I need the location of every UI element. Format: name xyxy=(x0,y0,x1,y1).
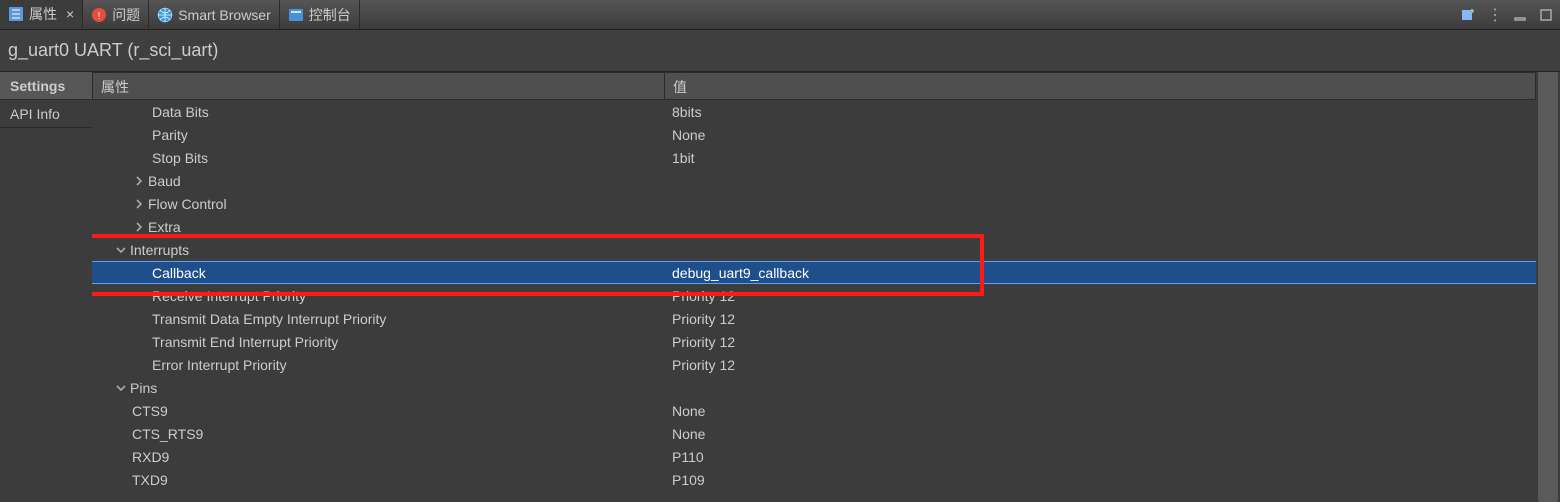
prop-label: Callback xyxy=(152,265,206,281)
prop-value: Priority 12 xyxy=(672,311,735,327)
prop-label: CTS_RTS9 xyxy=(132,426,203,442)
row-baud[interactable]: Baud xyxy=(92,169,1536,192)
row-tx-empty-priority[interactable]: Transmit Data Empty Interrupt Priority P… xyxy=(92,307,1536,330)
tab-console[interactable]: 控制台 xyxy=(280,0,360,29)
column-value[interactable]: 值 xyxy=(665,73,1535,99)
row-parity[interactable]: Parity None xyxy=(92,123,1536,146)
prop-value: Priority 12 xyxy=(672,357,735,373)
row-txd9[interactable]: TXD9 P109 xyxy=(92,468,1536,491)
minimize-view-icon[interactable] xyxy=(1512,7,1528,23)
row-pins[interactable]: Pins xyxy=(92,376,1536,399)
row-receive-int-priority[interactable]: Receive Interrupt Priority Priority 12 xyxy=(92,284,1536,307)
prop-label: Parity xyxy=(152,127,188,143)
tab-label: 属性 xyxy=(29,4,57,24)
view-menu-icon[interactable]: ⋮ xyxy=(1486,7,1502,23)
row-tx-end-priority[interactable]: Transmit End Interrupt Priority Priority… xyxy=(92,330,1536,353)
prop-label: Extra xyxy=(148,219,181,235)
tab-label: 问题 xyxy=(112,5,140,25)
properties-icon xyxy=(8,6,24,22)
row-interrupts[interactable]: Interrupts xyxy=(92,238,1536,261)
prop-value: 8bits xyxy=(672,104,702,120)
side-tab-list: Settings API Info xyxy=(0,72,92,502)
prop-value: Priority 12 xyxy=(672,334,735,350)
chevron-down-icon[interactable] xyxy=(114,381,128,395)
svg-text:!: ! xyxy=(98,11,101,22)
row-rxd9[interactable]: RXD9 P110 xyxy=(92,445,1536,468)
prop-label: Data Bits xyxy=(152,104,209,120)
prop-label: Interrupts xyxy=(130,242,189,258)
tab-properties[interactable]: 属性 × xyxy=(0,0,83,29)
chevron-down-icon[interactable] xyxy=(114,243,128,257)
tab-settings[interactable]: Settings xyxy=(0,72,92,100)
tab-api-info[interactable]: API Info xyxy=(0,100,92,128)
prop-label: Baud xyxy=(148,173,181,189)
row-flow-control[interactable]: Flow Control xyxy=(92,192,1536,215)
prop-value: P110 xyxy=(672,449,704,465)
prop-label: Pins xyxy=(130,380,157,396)
scrollbar-thumb[interactable] xyxy=(1538,72,1558,502)
row-data-bits[interactable]: Data Bits 8bits xyxy=(92,100,1536,123)
prop-label: TXD9 xyxy=(132,472,168,488)
prop-label: Error Interrupt Priority xyxy=(152,357,287,373)
view-actions: ⋮ xyxy=(1460,0,1560,29)
problems-icon: ! xyxy=(91,7,107,23)
prop-value: None xyxy=(672,426,705,442)
chevron-right-icon[interactable] xyxy=(132,220,146,234)
tab-problems[interactable]: ! 问题 xyxy=(83,0,149,29)
chevron-right-icon[interactable] xyxy=(132,197,146,211)
prop-value: debug_uart9_callback xyxy=(672,265,809,281)
row-cts-rts9[interactable]: CTS_RTS9 None xyxy=(92,422,1536,445)
maximize-view-icon[interactable] xyxy=(1538,7,1554,23)
prop-value: Priority 12 xyxy=(672,288,735,304)
chevron-right-icon[interactable] xyxy=(132,174,146,188)
console-icon xyxy=(288,7,304,23)
prop-label: Receive Interrupt Priority xyxy=(152,288,306,304)
column-property[interactable]: 属性 xyxy=(93,73,665,99)
row-error-int-priority[interactable]: Error Interrupt Priority Priority 12 xyxy=(92,353,1536,376)
prop-label: RXD9 xyxy=(132,449,169,465)
tab-smart-browser[interactable]: Smart Browser xyxy=(149,0,280,29)
prop-value: None xyxy=(672,403,705,419)
prop-label: Stop Bits xyxy=(152,150,208,166)
page-title: g_uart0 UART (r_sci_uart) xyxy=(0,30,1560,72)
prop-label: Transmit End Interrupt Priority xyxy=(152,334,338,350)
prop-value: P109 xyxy=(672,472,705,488)
title-text: g_uart0 UART (r_sci_uart) xyxy=(8,40,218,61)
row-stop-bits[interactable]: Stop Bits 1bit xyxy=(92,146,1536,169)
tab-label: Smart Browser xyxy=(178,7,271,23)
prop-value: None xyxy=(672,127,705,143)
vertical-scrollbar[interactable] xyxy=(1536,72,1560,502)
row-extra[interactable]: Extra xyxy=(92,215,1536,238)
new-view-icon[interactable] xyxy=(1460,7,1476,23)
row-cts9[interactable]: CTS9 None xyxy=(92,399,1536,422)
browser-icon xyxy=(157,7,173,23)
property-tree: Data Bits 8bits Parity None Stop Bits 1b… xyxy=(92,100,1536,502)
prop-value: 1bit xyxy=(672,150,695,166)
view-tab-bar: 属性 × ! 问题 Smart Browser 控制台 ⋮ xyxy=(0,0,1560,30)
close-icon[interactable]: × xyxy=(66,7,74,21)
prop-label: Flow Control xyxy=(148,196,227,212)
prop-label: Transmit Data Empty Interrupt Priority xyxy=(152,311,386,327)
prop-label: CTS9 xyxy=(132,403,168,419)
table-header: 属性 值 xyxy=(92,72,1536,100)
row-callback[interactable]: Callback debug_uart9_callback xyxy=(92,261,1536,284)
tab-label: 控制台 xyxy=(309,5,351,25)
